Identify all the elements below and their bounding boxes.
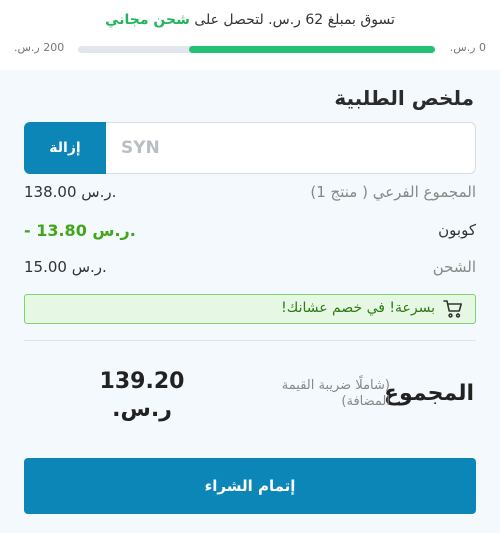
coupon-label: كوبون [438,221,476,239]
total-label: المجموع [384,381,474,406]
progress-fill [188,46,435,53]
free-shipping-prefix: تسوق بمبلغ 62 ر.س. لتحصل على [194,12,395,28]
subtotal-row: المجموع الفرعي ( منتج 1) 138.00 ر.س. [24,183,476,205]
shipping-progress: 0 ر.س. 200 ر.س. [0,40,500,58]
promo-message: بسرعة! في خصم عشانك! [281,300,435,316]
coupon-input[interactable] [105,123,475,173]
subtotal-label: المجموع الفرعي ( منتج 1) [310,183,476,201]
cart-icon [443,299,463,319]
tax-note: (شاملًا ضريبة القيمة المضافة) [281,378,390,409]
coupon-discount-row: كوبون - 13.80 ر.س. [24,221,476,243]
promo-banner: بسرعة! في خصم عشانك! [24,294,476,324]
coupon-box: إزالة [24,122,476,174]
progress-start-label: 0 ر.س. [449,41,486,54]
shipping-label: الشحن [432,258,476,276]
checkout-button[interactable]: إتمام الشراء [24,458,476,514]
free-shipping-banner: تسوق بمبلغ 62 ر.س. لتحصل على شحن مجاني 0… [0,0,500,70]
coupon-discount-value: - 13.80 ر.س. [24,221,136,240]
divider [24,340,476,341]
free-shipping-highlight: شحن مجاني [105,12,190,28]
total-amount: 139.20 ر.س. [99,369,185,422]
remove-coupon-button[interactable]: إزالة [24,122,106,174]
shipping-value: 15.00 ر.س. [24,258,107,276]
order-summary-title: ملخص الطلبية [334,86,474,110]
subtotal-value: 138.00 ر.س. [24,183,117,201]
progress-track [78,46,435,53]
progress-end-label: 200 ر.س. [14,41,65,54]
free-shipping-message: تسوق بمبلغ 62 ر.س. لتحصل على شحن مجاني [0,12,500,28]
shipping-row: الشحن 15.00 ر.س. [24,258,476,280]
